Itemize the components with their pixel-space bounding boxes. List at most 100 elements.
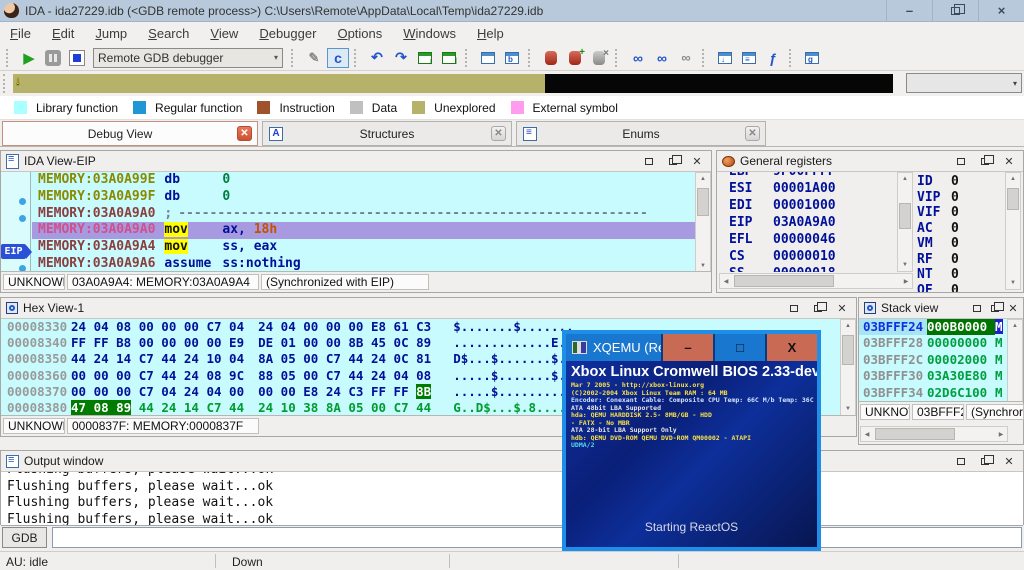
flag-row[interactable]: VIP 0 [917,190,1003,206]
stack-row[interactable]: 03BFFF28 00000000 M [859,335,1007,351]
toolbar-grip[interactable] [465,48,472,67]
flag-row[interactable]: AC 0 [917,221,1003,237]
step-over-button[interactable]: ↷ [390,48,412,68]
stack-list[interactable]: 03BFFF24 000B0000 M 03BFFF28 00000000 M 03BF… [859,319,1007,401]
scroll-up-icon[interactable]: ▲ [898,176,912,182]
xqemu-maximize-button[interactable]: □ [713,334,765,361]
horizontal-scrollbar[interactable]: ◀ ▶ [860,426,1008,442]
scroll-right-icon[interactable]: ▶ [997,431,1005,438]
register-row[interactable]: EFL 00000046 [719,231,897,248]
toolbar-grip[interactable] [615,48,622,67]
disasm-line-current[interactable]: MEMORY:03A0A9A0 mov ax, 18h [32,222,695,240]
search-next-button[interactable]: ∞ [651,48,673,68]
register-row[interactable]: ESI 00001A00 [719,180,897,197]
flag-row[interactable]: OF 0 [917,283,1003,293]
scrollbar-thumb[interactable] [875,428,955,440]
restore-panel-icon[interactable] [979,154,994,167]
stack-row[interactable]: 03BFFF2C 00002000 M [859,352,1007,368]
close-panel-icon[interactable]: ✕ [691,155,703,168]
scroll-up-icon[interactable]: ▲ [841,323,855,329]
flag-row[interactable]: RF 0 [917,252,1003,268]
menu-debugger[interactable]: Debugger [259,26,316,41]
graph-window-button[interactable]: g [801,48,823,68]
restore-panel-icon[interactable] [979,454,994,467]
disasm-line[interactable]: MEMORY:03A0A99F db 0 [32,189,695,206]
tab-debug-view[interactable]: Debug View ✕ [2,121,258,146]
search-clear-button[interactable]: ∞ [675,48,697,68]
tab-enums[interactable]: Enums ✕ [516,121,766,146]
xqemu-minimize-button[interactable]: – [661,334,713,361]
menu-jump[interactable]: Jump [95,26,127,41]
titlebar[interactable]: IDA - ida27229.idb (<GDB remote process>… [0,0,1024,22]
vertical-scrollbar[interactable]: ▲ ▼ [1005,172,1021,290]
maximize-panel-icon[interactable] [643,155,655,167]
register-row[interactable]: EDI 00001000 [719,197,897,214]
scroll-up-icon[interactable]: ▲ [1006,176,1020,182]
close-panel-icon[interactable]: ✕ [1007,302,1019,315]
functions-window-button[interactable]: ƒ [762,48,784,68]
scroll-up-icon[interactable]: ▲ [696,176,710,182]
scroll-up-icon[interactable]: ▲ [1008,323,1022,329]
menu-windows[interactable]: Windows [403,26,456,41]
menu-search[interactable]: Search [148,26,189,41]
scrollbar-thumb[interactable] [734,275,834,287]
run-to-cursor-button[interactable]: I [438,48,460,68]
registers-header[interactable]: General registers ✕ [717,151,1023,172]
horizontal-scrollbar[interactable]: ◀ ▶ [719,273,913,289]
jump-window-button[interactable]: ↓ [714,48,736,68]
disasm-line[interactable]: MEMORY:03A0A99E db 0 [32,172,695,189]
vertical-scrollbar[interactable]: ▲ ▼ [695,172,711,273]
toolbar-grip[interactable] [702,48,709,67]
scrollbar-thumb[interactable] [842,335,854,365]
flag-row[interactable]: VM 0 [917,236,1003,252]
disasm-line[interactable]: MEMORY:03A0A9A4 mov ss, eax [32,239,695,256]
navband-unexplored[interactable] [13,74,545,93]
scroll-down-icon[interactable]: ▼ [1006,280,1020,286]
toolbar-grip[interactable] [354,48,361,67]
toolbar-grip[interactable] [528,48,535,67]
maximize-panel-icon[interactable] [955,155,967,167]
tab-structures[interactable]: A Structures ✕ [262,121,512,146]
register-row[interactable]: CS 00000010 [719,248,897,265]
navband-dropdown[interactable]: ▾ [906,73,1022,93]
flags-list[interactable]: ID 0 VIP 0 VIF 0 AC 0 VM 0 RF 0 NT 0 OF 0 [917,174,1003,292]
stop-process-button[interactable] [66,48,88,68]
output-header[interactable]: Output window ✕ [1,451,1023,472]
run-until-return-button[interactable]: ↓ [414,48,436,68]
vertical-scrollbar[interactable]: ▲ ▼ [840,319,856,416]
gdb-button[interactable]: GDB [2,527,47,548]
scrollbar-thumb[interactable] [899,203,911,229]
navband-grip[interactable] [3,74,9,93]
add-breakpoint-button[interactable]: + [564,47,586,68]
scroll-left-icon[interactable]: ◀ [863,431,871,438]
disasm-line[interactable]: MEMORY:03A0A9A0; ------------------------… [32,206,695,223]
restore-panel-icon[interactable] [667,154,682,167]
close-tab-icon[interactable]: ✕ [745,126,760,141]
scroll-left-icon[interactable]: ◀ [722,278,730,285]
menu-file[interactable]: File [10,26,31,41]
scrollbar-thumb[interactable] [697,188,709,216]
register-row[interactable]: EIP 03A0A9A0 [719,214,897,231]
disassembly-listing[interactable]: EIP MEMORY:03A0A99E db 0 MEMORY:03A0A99F db… [1,172,695,273]
start-process-button[interactable]: ▶ [18,48,40,68]
window-list-button[interactable]: b [501,48,523,68]
scroll-down-icon[interactable]: ▼ [898,262,912,268]
restore-panel-icon[interactable] [812,301,827,314]
menu-edit[interactable]: Edit [52,26,74,41]
address-dot-icon[interactable] [19,198,26,205]
xqemu-display[interactable]: Xbox Linux Cromwell BIOS 2.33-dev Mar 7 … [566,361,817,547]
xqemu-titlebar[interactable]: XQEMU (Re... – □ X [566,334,817,361]
register-row[interactable]: EBP9F00FFFF [719,172,897,180]
delete-breakpoint-button[interactable]: × [588,48,610,68]
restore-panel-icon[interactable] [989,301,1004,314]
debugger-select[interactable]: Remote GDB debugger ▾ [93,47,283,68]
toolbar-grip[interactable] [6,48,13,67]
scroll-right-icon[interactable]: ▶ [902,278,910,285]
flag-row[interactable]: NT 0 [917,267,1003,283]
close-panel-icon[interactable]: ✕ [1003,155,1015,168]
toolbar-grip[interactable] [789,48,796,67]
address-dot-icon[interactable] [19,215,26,222]
maximize-panel-icon[interactable] [955,455,967,467]
stack-row[interactable]: 03BFFF30 03A30E80 M [859,368,1007,384]
maximize-panel-icon[interactable] [788,302,800,314]
